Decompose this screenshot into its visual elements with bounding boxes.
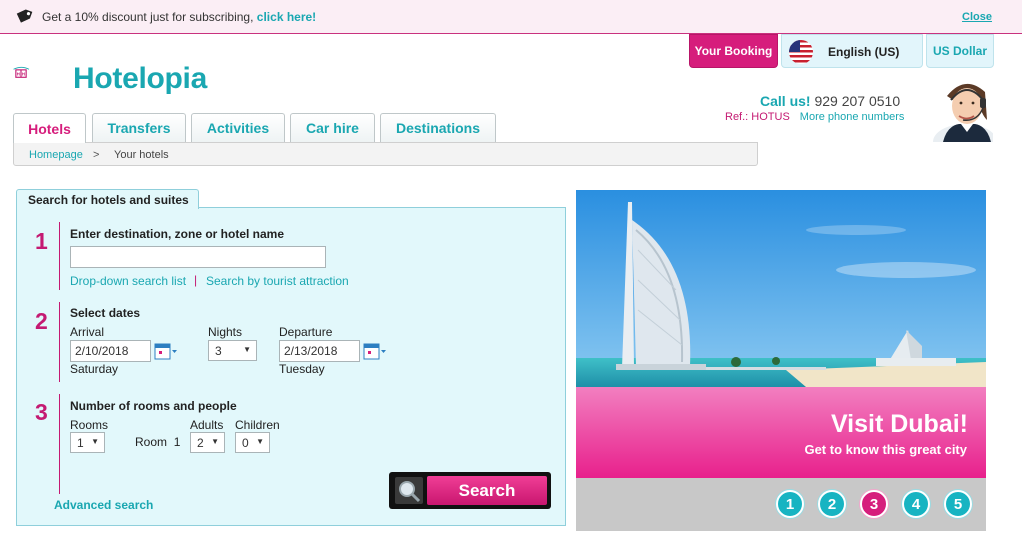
- banner-title: Visit Dubai!: [830, 410, 968, 438]
- support-agent-image: [925, 72, 993, 142]
- search-button[interactable]: Search: [389, 472, 551, 509]
- call-us: Call us! 929 207 0510: [760, 93, 901, 109]
- adults-select[interactable]: 2 ▼: [190, 432, 225, 453]
- link-divider: |: [194, 273, 198, 287]
- search-panel-title: Search for hotels and suites: [16, 189, 199, 209]
- breadcrumb-current: Your hotels: [114, 149, 169, 161]
- arrival-calendar-icon[interactable]: [154, 342, 178, 362]
- phone-number: 929 207 0510: [814, 93, 901, 109]
- arrival-day: Saturday: [70, 362, 119, 376]
- language-label: English (US): [828, 45, 900, 59]
- destination-title: Enter destination, zone or hotel name: [70, 227, 285, 241]
- destination-input[interactable]: [70, 246, 326, 268]
- breadcrumb-home-link[interactable]: Homepage: [29, 149, 83, 161]
- us-flag-icon: [789, 40, 813, 64]
- arrival-date-input[interactable]: [70, 340, 151, 362]
- tab-activities[interactable]: Activities: [191, 113, 285, 142]
- advanced-search-link[interactable]: Advanced search: [54, 498, 153, 512]
- dropdown-search-list-link[interactable]: Drop-down search list: [70, 274, 186, 288]
- currency-selector[interactable]: US Dollar: [926, 34, 994, 68]
- promo-banner[interactable]: Visit Dubai! Get to know this great city…: [576, 190, 986, 531]
- banner-page-5[interactable]: 5: [944, 490, 972, 518]
- children-label: Children: [235, 418, 280, 432]
- breadcrumb: Homepage > Your hotels: [13, 142, 758, 166]
- tab-hotels[interactable]: Hotels: [13, 113, 86, 143]
- departure-date-input[interactable]: [279, 340, 360, 362]
- close-promo-link[interactable]: Close: [962, 11, 992, 23]
- your-booking-button[interactable]: Your Booking: [689, 34, 778, 68]
- svg-text:H: H: [22, 71, 25, 76]
- search-by-attraction-link[interactable]: Search by tourist attraction: [206, 274, 349, 288]
- banner-page-4[interactable]: 4: [902, 490, 930, 518]
- nights-select[interactable]: 3 ▼: [208, 340, 257, 361]
- svg-text:H: H: [17, 71, 20, 76]
- rooms-label: Rooms: [70, 418, 109, 432]
- rooms-select[interactable]: 1 ▼: [70, 432, 105, 453]
- step-1-number: 1: [35, 228, 48, 254]
- step-2-number: 2: [35, 308, 48, 334]
- step-2-divider: [59, 302, 60, 382]
- phone-reference: Ref.: HOTUS More phone numbers: [725, 111, 905, 123]
- magnifier-icon: [395, 477, 423, 504]
- more-phone-numbers-link[interactable]: More phone numbers: [800, 111, 905, 123]
- promo-bar: Get a 10% discount just for subscribing,…: [0, 0, 1022, 34]
- banner-page-1[interactable]: 1: [776, 490, 804, 518]
- step-3-number: 3: [35, 399, 48, 425]
- departure-label: Departure: [279, 325, 333, 339]
- step-3-divider: [59, 394, 60, 494]
- banner-page-3[interactable]: 3: [860, 490, 888, 518]
- nights-label: Nights: [208, 325, 243, 339]
- language-selector[interactable]: English (US): [781, 34, 923, 68]
- adults-label: Adults: [190, 418, 224, 432]
- search-button-label: Search: [427, 476, 547, 505]
- rooms-people-title: Number of rooms and people: [70, 399, 237, 413]
- promo-link[interactable]: click here!: [257, 10, 316, 24]
- room-label: Room 1: [135, 435, 181, 449]
- banner-subtitle: Get to know this great city: [804, 442, 967, 457]
- price-tag-icon: [16, 9, 33, 23]
- departure-calendar-icon[interactable]: [363, 342, 387, 362]
- logo-icon[interactable]: H H: [13, 48, 73, 98]
- tab-transfers[interactable]: Transfers: [92, 113, 186, 142]
- arrival-label: Arrival: [70, 325, 105, 339]
- select-dates-title: Select dates: [70, 306, 141, 320]
- departure-day: Tuesday: [279, 362, 325, 376]
- banner-page-2[interactable]: 2: [818, 490, 846, 518]
- dubai-photo: [576, 190, 986, 387]
- promo-text: Get a 10% discount just for subscribing,…: [42, 10, 317, 24]
- tab-destinations[interactable]: Destinations: [380, 113, 496, 142]
- tab-car-hire[interactable]: Car hire: [290, 113, 375, 142]
- children-select[interactable]: 0 ▼: [235, 432, 270, 453]
- brand-name[interactable]: Hotelopia: [73, 62, 207, 96]
- breadcrumb-separator: >: [93, 149, 100, 161]
- step-1-divider: [59, 222, 60, 290]
